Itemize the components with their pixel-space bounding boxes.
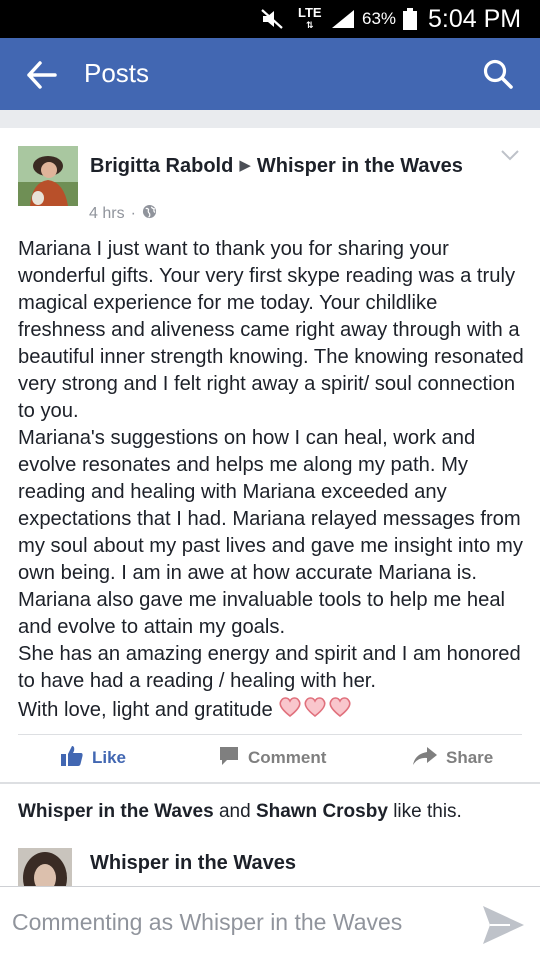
feed-separator xyxy=(0,110,540,128)
like-button[interactable]: Like xyxy=(60,744,126,772)
triangle-right-icon: ▶ xyxy=(239,157,251,174)
post-paragraph: Mariana I just want to thank you for sha… xyxy=(18,238,524,422)
commenter-avatar[interactable] xyxy=(18,848,72,886)
post-header: Brigitta Rabold ▶ Whisper in the Waves xyxy=(90,152,490,180)
share-label: Share xyxy=(446,748,494,767)
comment-bubble-icon xyxy=(218,745,248,772)
mute-icon xyxy=(260,0,286,38)
comment-item: Whisper in the Waves xyxy=(0,840,540,886)
divider xyxy=(0,782,540,784)
post-paragraph: With love, light and gratitude xyxy=(18,699,273,721)
meta-separator: · xyxy=(130,205,136,222)
search-icon[interactable] xyxy=(482,58,514,90)
post-body: Mariana I just want to thank you for sha… xyxy=(18,236,528,727)
signal-icon xyxy=(330,0,356,38)
likes-summary[interactable]: Whisper in the Waves and Shawn Crosby li… xyxy=(18,801,462,823)
page-title: Posts xyxy=(84,58,150,88)
thumbs-up-icon xyxy=(60,745,92,772)
post-paragraph: She has an amazing energy and spirit and… xyxy=(18,643,521,692)
share-arrow-icon xyxy=(412,745,446,772)
top-nav-bar: Posts xyxy=(0,38,540,110)
post-paragraph: Mariana's suggestions on how I can heal,… xyxy=(18,427,523,638)
post-closing: With love, light and gratitude xyxy=(18,695,528,727)
comment-input[interactable]: Commenting as Whisper in the Waves xyxy=(12,909,402,936)
chevron-down-icon[interactable] xyxy=(500,148,520,162)
send-icon[interactable] xyxy=(480,903,526,947)
commenter-name[interactable]: Whisper in the Waves xyxy=(90,852,296,875)
group-name[interactable]: Whisper in the Waves xyxy=(257,155,463,177)
network-indicator: LTE ⇅ xyxy=(298,5,322,30)
globe-icon xyxy=(142,204,157,224)
comment-composer: Commenting as Whisper in the Waves xyxy=(0,886,540,960)
like-label: Like xyxy=(92,748,127,767)
arrow-left-icon[interactable] xyxy=(26,60,58,90)
comment-label: Comment xyxy=(248,748,327,767)
liker-name[interactable]: Whisper in the Waves xyxy=(18,801,214,822)
author-avatar[interactable] xyxy=(18,146,78,206)
liker-name[interactable]: Shawn Crosby xyxy=(256,801,388,822)
post-time[interactable]: 4 hrs xyxy=(89,205,125,223)
battery-percent: 63% xyxy=(362,9,397,28)
battery-icon xyxy=(402,0,418,38)
comment-button[interactable]: Comment xyxy=(218,744,326,772)
post-actions: Like Comment Share xyxy=(0,734,540,782)
likes-suffix: like this. xyxy=(393,801,462,822)
author-name[interactable]: Brigitta Rabold xyxy=(90,155,233,177)
heart-icon xyxy=(278,695,352,727)
status-bar: LTE ⇅ 63% 5:04 PM xyxy=(0,0,540,38)
post-meta: 4 hrs · xyxy=(89,204,157,224)
clock: 5:04 PM xyxy=(428,4,522,33)
likes-joiner: and xyxy=(218,801,251,822)
share-button[interactable]: Share xyxy=(412,744,493,772)
